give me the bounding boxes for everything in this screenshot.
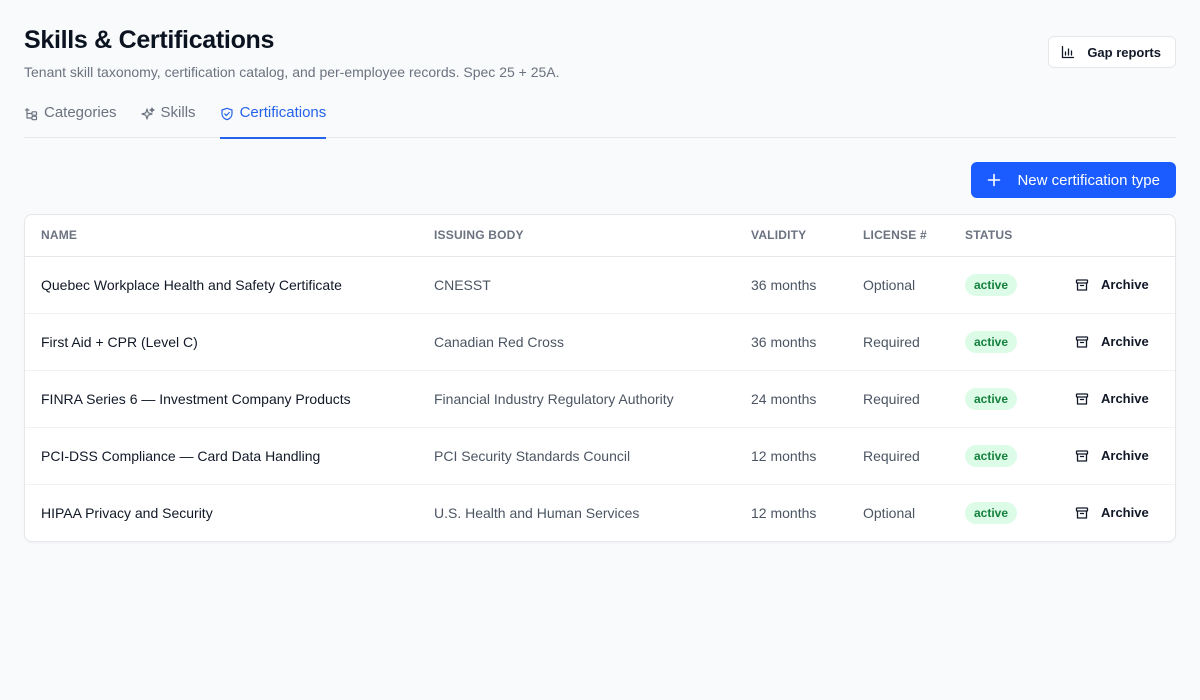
cert-validity: 36 months xyxy=(735,313,847,371)
cert-license: Required xyxy=(847,313,949,371)
table-row: Quebec Workplace Health and Safety Certi… xyxy=(25,256,1175,314)
status-badge: active xyxy=(965,501,1018,524)
cert-status-cell: active xyxy=(949,313,1059,371)
archive-button[interactable]: Archive xyxy=(1075,273,1149,296)
archive-label: Archive xyxy=(1101,448,1149,463)
cert-issuer: Financial Industry Regulatory Authority xyxy=(418,370,735,428)
cert-issuer: U.S. Health and Human Services xyxy=(434,504,640,521)
cert-issuer: PCI Security Standards Council xyxy=(418,427,735,485)
archive-icon xyxy=(1075,507,1089,519)
archive-button[interactable]: Archive xyxy=(1075,444,1149,467)
cert-issuer: Canadian Red Cross xyxy=(418,313,735,371)
tab-certifications[interactable]: Certifications xyxy=(219,102,327,139)
table-row: FINRA Series 6 — Investment Company Prod… xyxy=(25,370,1175,428)
page-title: Skills & Certifications xyxy=(24,26,275,54)
status-badge: active xyxy=(965,273,1018,296)
tab-categories[interactable]: Categories xyxy=(24,102,117,138)
actions-bar: New certification type xyxy=(24,162,1176,198)
cert-actions-cell: Archive xyxy=(1059,313,1175,371)
archive-label: Archive xyxy=(1101,391,1149,406)
table-row: PCI-DSS Compliance — Card Data Handling … xyxy=(25,427,1175,485)
cert-actions-cell: Archive xyxy=(1059,484,1175,541)
cert-license: Required xyxy=(847,370,949,428)
cert-status-cell: active xyxy=(949,484,1059,541)
archive-icon xyxy=(1075,278,1089,291)
cert-name: First Aid + CPR (Level C) xyxy=(25,313,418,371)
cert-license: Optional xyxy=(847,256,949,314)
archive-icon xyxy=(1075,449,1089,462)
cert-actions-cell: Archive xyxy=(1059,370,1175,428)
cert-status-cell: active xyxy=(949,427,1059,485)
status-badge: active xyxy=(965,387,1018,410)
cert-name: HIPAA Privacy and Security xyxy=(41,504,213,521)
tab-skills-label: Skills xyxy=(160,104,196,121)
plus-icon xyxy=(988,173,1001,187)
cert-actions-cell: Archive xyxy=(1059,256,1175,314)
tab-skills[interactable]: Skills xyxy=(140,102,196,138)
cert-status-cell: active xyxy=(949,370,1059,428)
cert-name: PCI-DSS Compliance — Card Data Handling xyxy=(25,427,418,485)
page-subtitle: Tenant skill taxonomy, certification cat… xyxy=(24,64,560,80)
page-header: Skills & Certifications Tenant skill tax… xyxy=(24,24,1176,82)
archive-button[interactable]: Archive xyxy=(1075,330,1149,353)
table-row: First Aid + CPR (Level C) Canadian Red C… xyxy=(25,313,1175,371)
archive-label: Archive xyxy=(1101,277,1149,292)
archive-label: Archive xyxy=(1101,505,1149,521)
tab-categories-label: Categories xyxy=(44,104,117,121)
tab-certifications-label: Certifications xyxy=(239,104,327,121)
page: Skills & Certifications Tenant skill tax… xyxy=(24,24,1176,542)
cert-name: FINRA Series 6 — Investment Company Prod… xyxy=(25,370,418,428)
cert-actions-cell: Archive xyxy=(1059,427,1175,485)
column-header-issuing-body: ISSUING BODY xyxy=(418,215,735,257)
cert-validity: 12 months xyxy=(735,427,847,485)
column-header-validity: VALIDITY xyxy=(735,215,847,257)
archive-button[interactable]: Archive xyxy=(1075,387,1149,410)
column-header-status: STATUS xyxy=(949,215,1059,257)
column-header-name: NAME xyxy=(25,215,418,257)
archive-button[interactable]: Archive xyxy=(1075,501,1149,524)
bar-chart-icon xyxy=(1062,45,1075,59)
cert-validity: 36 months xyxy=(735,256,847,314)
table-row: HIPAA Privacy and Security U.S. Health a… xyxy=(25,484,1175,541)
certifications-table: NAME ISSUING BODY VALIDITY LICENSE # STA… xyxy=(24,214,1176,542)
column-header-actions xyxy=(1059,215,1175,257)
new-certification-type-label: New certification type xyxy=(1017,171,1160,189)
tab-bar: Categories Skills Certifications xyxy=(24,102,1176,139)
sparkles-icon xyxy=(140,107,155,120)
table-header-row: NAME ISSUING BODY VALIDITY LICENSE # STA… xyxy=(25,215,1175,257)
new-certification-type-button[interactable]: New certification type xyxy=(971,162,1176,198)
cert-license: Required xyxy=(847,427,949,485)
status-badge: active xyxy=(965,444,1018,467)
cert-name: Quebec Workplace Health and Safety Certi… xyxy=(25,256,418,314)
shield-check-icon xyxy=(220,107,233,121)
status-badge: active xyxy=(965,330,1018,353)
tree-icon xyxy=(24,107,38,121)
cert-validity: 12 months xyxy=(751,504,817,521)
gap-reports-label: Gap reports xyxy=(1087,44,1161,60)
archive-icon xyxy=(1075,335,1089,348)
gap-reports-button[interactable]: Gap reports xyxy=(1048,36,1176,68)
archive-icon xyxy=(1075,392,1089,405)
cert-license: Optional xyxy=(863,504,916,521)
cert-issuer: CNESST xyxy=(418,256,735,314)
cert-status-cell: active xyxy=(949,256,1059,314)
column-header-license: LICENSE # xyxy=(847,215,949,257)
archive-label: Archive xyxy=(1101,334,1149,349)
cert-validity: 24 months xyxy=(735,370,847,428)
